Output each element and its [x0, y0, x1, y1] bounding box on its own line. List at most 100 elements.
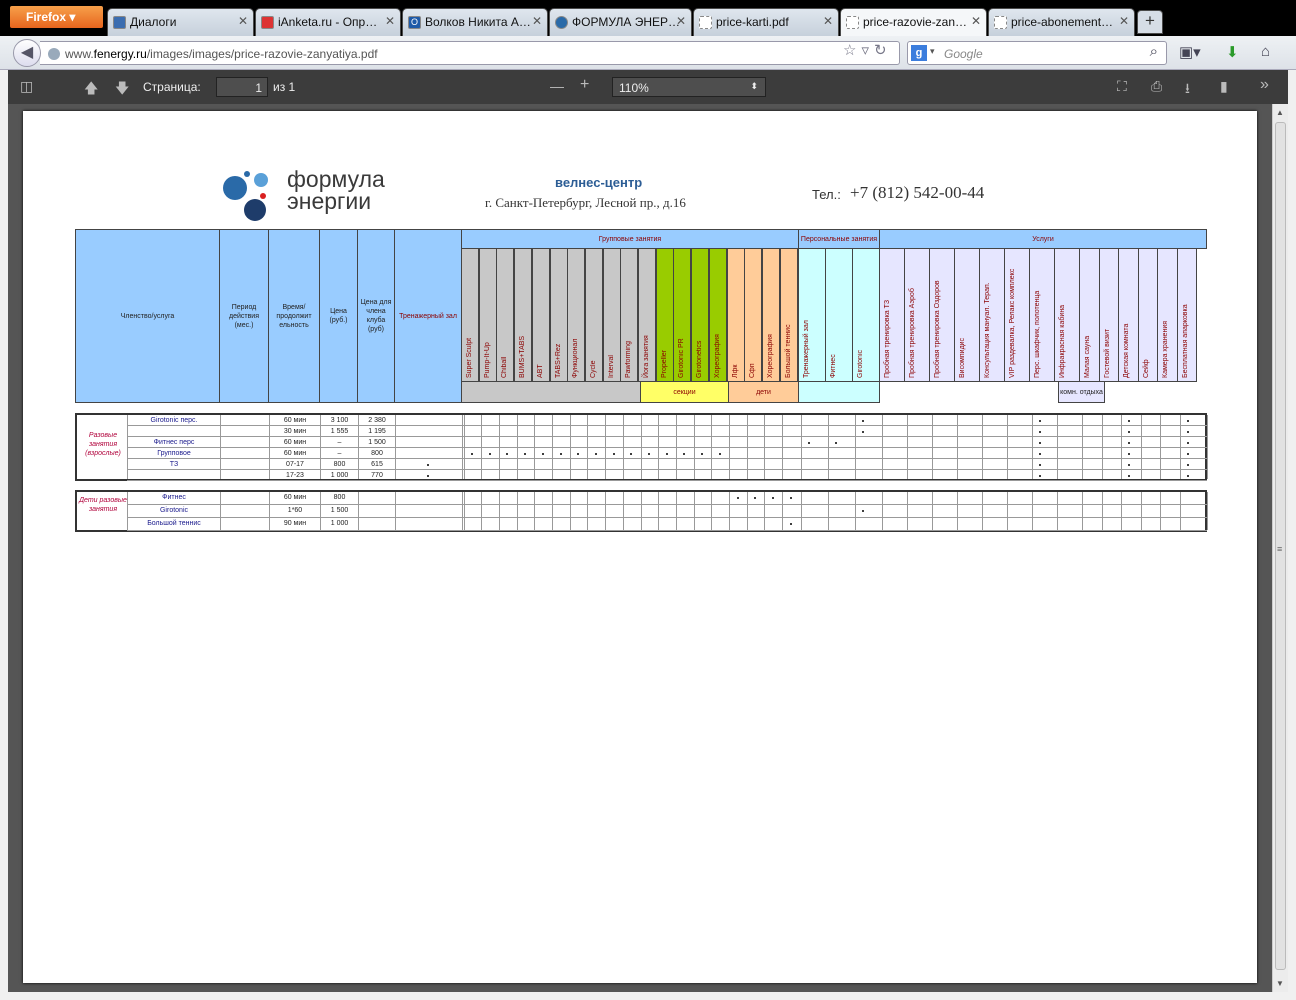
scroll-down-icon[interactable]: ▼: [1276, 979, 1284, 988]
page-number-input[interactable]: 1: [216, 77, 268, 97]
column-label: Cycle: [589, 360, 597, 378]
header-rooms: комн. отдыха: [1058, 381, 1105, 403]
tagline: велнес-центр: [555, 175, 643, 190]
header-period: Период действия (мес.): [219, 229, 269, 403]
cell-duration: 60 мин: [283, 439, 307, 446]
tab-ianketa[interactable]: iAnketa.ru - Опр… ✕: [255, 8, 401, 36]
bookmarks-icon[interactable]: ▣▾: [1179, 43, 1201, 61]
availability-mark: [1128, 475, 1130, 477]
cell-service: Большой теннис: [147, 520, 201, 527]
phone-label: Тел.:: [812, 187, 841, 202]
download-icon[interactable]: ⬇: [1226, 43, 1239, 61]
column-label: Сфп: [749, 363, 757, 378]
group-column-header: Interval: [602, 248, 621, 382]
close-icon[interactable]: ✕: [385, 14, 395, 28]
column-label: Propeller: [660, 349, 668, 378]
close-icon[interactable]: ✕: [1119, 14, 1129, 28]
close-icon[interactable]: ✕: [532, 14, 542, 28]
cell-service: Фитнес: [162, 494, 186, 501]
close-icon[interactable]: ✕: [676, 14, 686, 28]
sidebar-toggle-icon[interactable]: ◫: [20, 78, 33, 95]
close-icon[interactable]: ✕: [238, 14, 248, 28]
navigation-bar: www.fenergy.ru/images/images/price-razov…: [0, 36, 1296, 70]
cell-duration: 17-23: [286, 472, 304, 479]
site-icon: [555, 16, 568, 29]
service-column-header: Пробная тренировка Аэроб: [904, 248, 930, 382]
zoom-in-icon[interactable]: +: [580, 76, 589, 94]
group-column-header: ABT: [531, 248, 550, 382]
pdf-toolbar: ◫ 🡅 🡇 Страница: 1 из 1 — + 110% ⬍ ⛶ ⎙ ⭳ ▮…: [8, 70, 1288, 104]
tab-price-razovie[interactable]: price-razovie-zan… ✕: [840, 8, 987, 36]
column-label: Пробная тренировка Аэроб: [909, 288, 916, 378]
url-bar[interactable]: www.fenergy.ru/images/images/price-razov…: [40, 41, 900, 65]
tab-formula[interactable]: ФОРМУЛА ЭНЕР… ✕: [549, 8, 692, 36]
cell-member: 615: [371, 461, 383, 468]
tab-price-abonement[interactable]: price-abonement… ✕: [988, 8, 1135, 36]
service-column-header: Перс. шкафчик, полотенца: [1029, 248, 1055, 382]
cell-service: Фитнес перс: [153, 439, 195, 446]
availability-mark: [427, 475, 429, 477]
next-page-icon[interactable]: 🡇: [115, 78, 129, 102]
adult-group-label: Разовые занятия (взрослые): [85, 432, 121, 457]
column-label: Камера хранения: [1162, 320, 1169, 378]
header-membership: Членство/услуга: [75, 229, 220, 403]
back-button[interactable]: ◀: [13, 39, 41, 67]
cell-price: –: [337, 439, 342, 446]
column-label: Инфракрасная кабина: [1059, 304, 1066, 378]
grip-icon: ≡: [1277, 544, 1283, 554]
group-column-header: Хореография: [708, 248, 727, 382]
pdf-viewer[interactable]: формула энергии велнес-центр г. Санкт-Пет…: [8, 104, 1288, 992]
column-label: Пробная тренировка ТЗ: [884, 299, 891, 378]
column-label: Chiball: [501, 356, 509, 378]
previous-page-icon[interactable]: 🡅: [84, 78, 98, 102]
service-column-header: Пробная тренировка ТЗ: [879, 248, 905, 382]
save-icon[interactable]: ⭳: [1185, 78, 1190, 102]
site-icon: [261, 16, 274, 29]
column-label: Girotonetics: [696, 340, 704, 378]
column-label: Хореография: [766, 334, 774, 378]
reload-icon[interactable]: ↻: [874, 42, 892, 59]
url-actions: ☆▿↻: [843, 41, 892, 59]
availability-mark: [862, 510, 864, 512]
tab-dialogi[interactable]: Диалоги ✕: [107, 8, 254, 36]
chevron-updown-icon: ⬍: [750, 81, 758, 91]
dropdown-icon[interactable]: ▿: [861, 42, 874, 59]
chat-icon: [113, 16, 126, 29]
home-icon[interactable]: ⌂: [1261, 43, 1270, 60]
group-column-header: Chiball: [496, 248, 515, 382]
vertical-scrollbar[interactable]: ▲ ≡ ▼: [1272, 104, 1288, 992]
arrow-left-icon: ◀: [20, 44, 34, 61]
page-count: из 1: [273, 80, 296, 94]
tab-volkov[interactable]: O Волков Никита А… ✕: [402, 8, 548, 36]
service-column-header: Гостевой визит: [1099, 248, 1119, 382]
availability-mark: [594, 453, 597, 455]
service-column-header: Висомпидис: [954, 248, 980, 382]
availability-mark: [1187, 475, 1189, 477]
firefox-menu-button[interactable]: Firefox ▾: [10, 6, 103, 28]
cell-duration: 30 мин: [283, 428, 307, 435]
cell-member: 770: [371, 472, 383, 479]
availability-mark: [541, 453, 544, 455]
service-column-header: Сейф: [1138, 248, 1158, 382]
close-icon[interactable]: ✕: [971, 14, 981, 28]
availability-mark: [665, 453, 668, 455]
header-gym: Тренажерный зал: [394, 229, 462, 403]
search-icon[interactable]: ⌕: [1150, 43, 1158, 60]
zoom-select[interactable]: 110% ⬍: [612, 77, 766, 97]
chevron-down-icon: ▾: [930, 46, 935, 56]
more-tools-icon[interactable]: »: [1260, 76, 1269, 94]
bookmark-star-icon[interactable]: ☆: [843, 42, 861, 59]
new-tab-button[interactable]: +: [1137, 10, 1163, 34]
tab-price-karti[interactable]: price-karti.pdf ✕: [693, 8, 839, 36]
search-input[interactable]: g ▾ Google ⌕: [907, 41, 1167, 65]
service-column-header: Малая сауна: [1079, 248, 1100, 382]
zoom-out-icon[interactable]: —: [550, 78, 564, 94]
availability-mark: [1187, 453, 1189, 455]
availability-mark: [1187, 431, 1189, 433]
scroll-up-icon[interactable]: ▲: [1276, 108, 1284, 117]
fullscreen-icon[interactable]: ⛶: [1117, 78, 1127, 95]
close-icon[interactable]: ✕: [823, 14, 833, 28]
bookmark-icon[interactable]: ▮: [1220, 78, 1228, 95]
cell-service: Групповое: [157, 450, 191, 457]
print-icon[interactable]: ⎙: [1151, 78, 1162, 95]
